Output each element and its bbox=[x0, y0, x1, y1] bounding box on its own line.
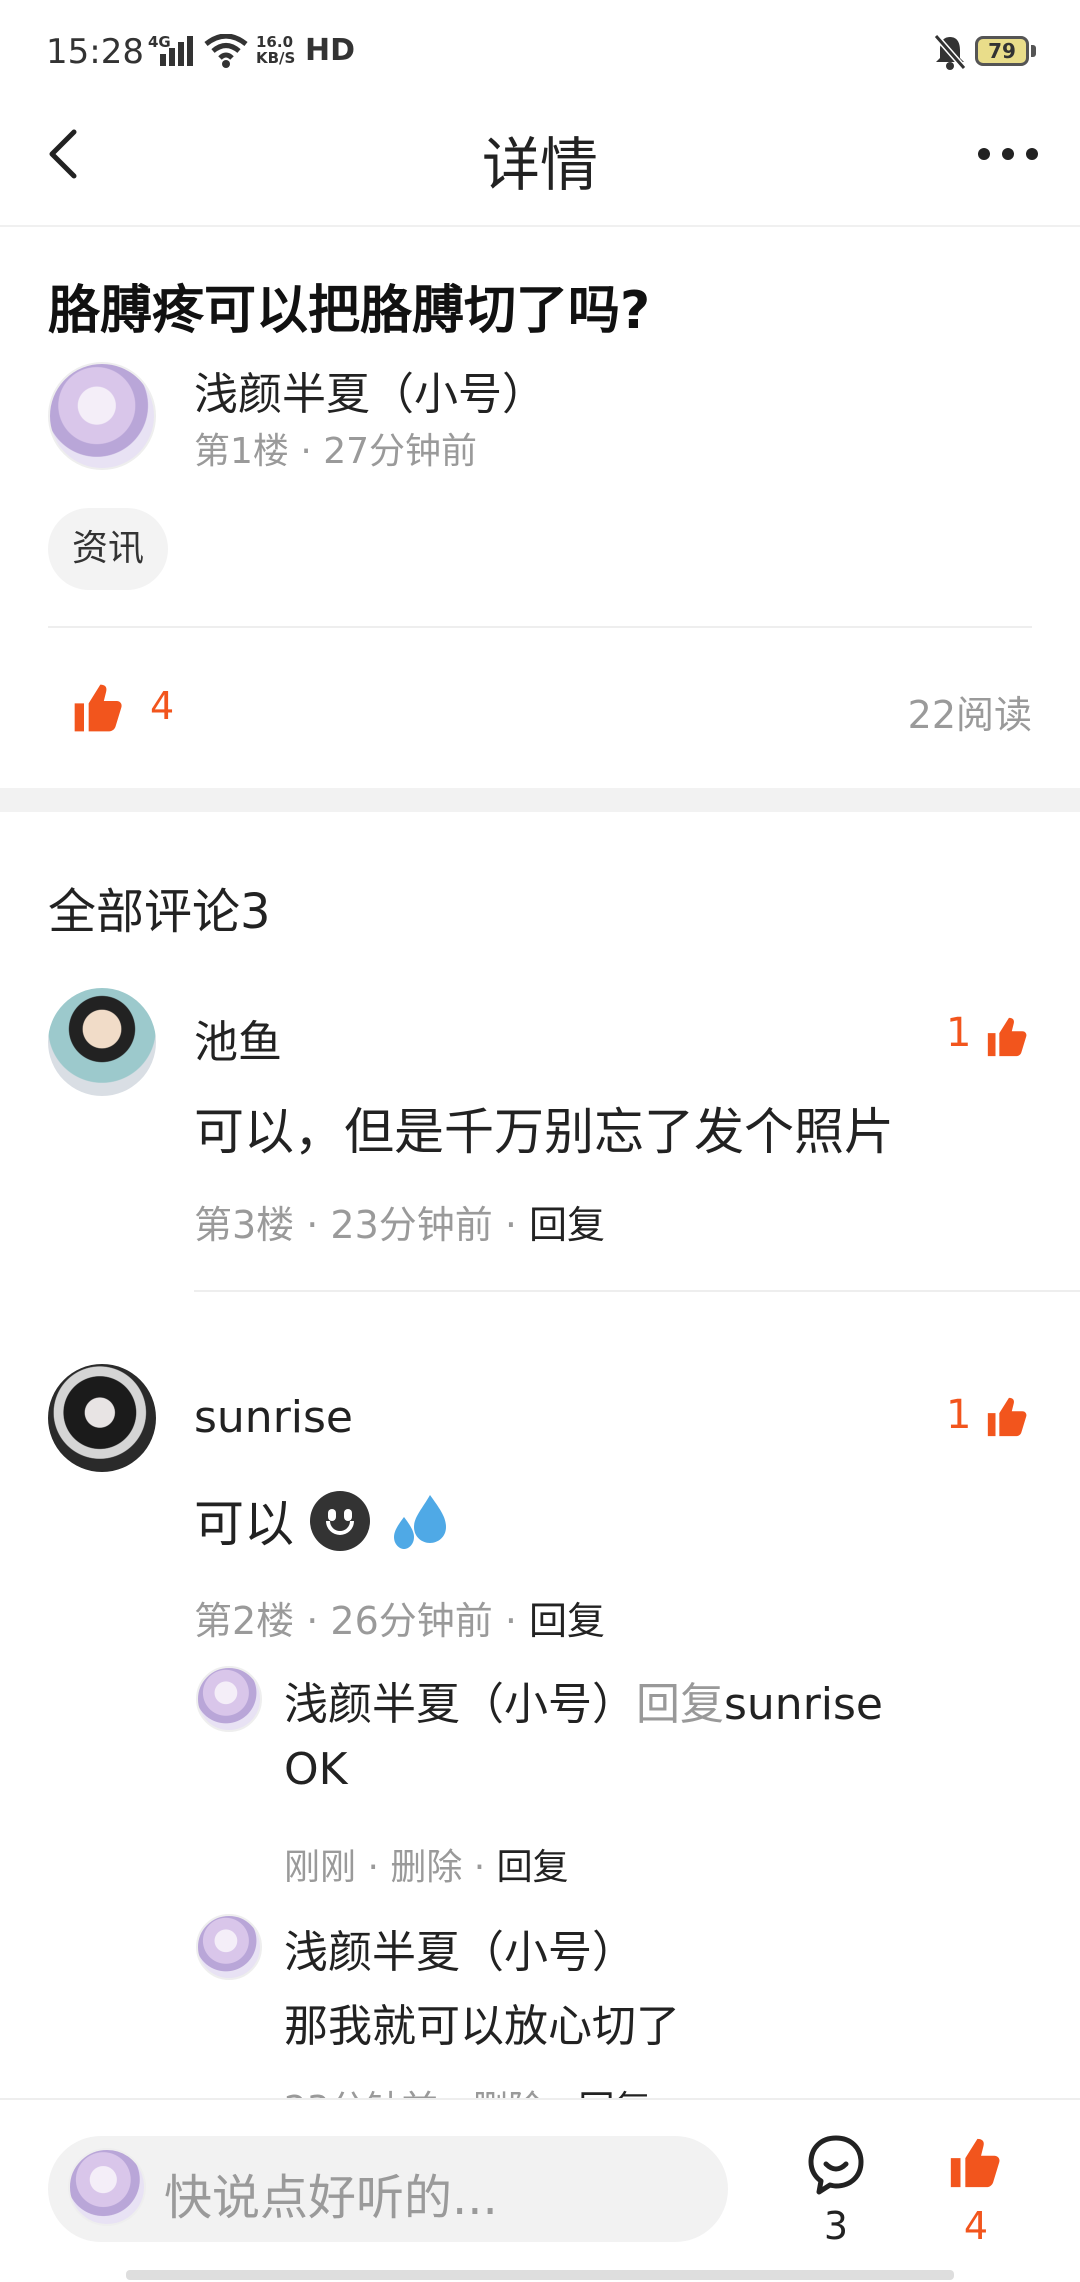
comment-meta-text: 第3楼 · 23分钟前 · bbox=[194, 1203, 530, 1247]
wifi-icon bbox=[204, 34, 248, 68]
comments-header: 全部评论3 bbox=[48, 884, 271, 940]
comment-meta: 第2楼 · 26分钟前 · 回复 bbox=[194, 1590, 605, 1645]
comment-input-placeholder[interactable]: 快说点好听的... bbox=[164, 2158, 498, 2228]
comment-meta: 第3楼 · 23分钟前 · 回复 bbox=[194, 1194, 605, 1249]
smile-emoji-icon bbox=[309, 1491, 370, 1551]
comment-count: 3 bbox=[823, 2204, 849, 2248]
home-indicator bbox=[126, 2270, 954, 2280]
comment-text: 可以 bbox=[194, 1484, 450, 1556]
comment-text: 可以，但是千万别忘了发个照片 bbox=[194, 1103, 894, 1161]
comment-divider bbox=[194, 1290, 1080, 1292]
thumbs-up-icon[interactable] bbox=[984, 1014, 1030, 1060]
thumbs-up-icon[interactable] bbox=[946, 2134, 1004, 2192]
topic-tag[interactable]: 资讯 bbox=[48, 508, 169, 590]
reply-button[interactable]: 回复 bbox=[529, 1599, 605, 1643]
commenter-avatar[interactable] bbox=[48, 988, 156, 1096]
reply-header: 浅颜半夏（小号）回复sunrise bbox=[284, 1668, 883, 1732]
reply-avatar[interactable] bbox=[196, 1914, 262, 1980]
comment-like-count: 1 bbox=[946, 1010, 972, 1056]
comment-like-count: 1 bbox=[946, 1392, 972, 1438]
nav-divider bbox=[0, 225, 1080, 227]
post-read-count: 22阅读 bbox=[907, 693, 1032, 737]
mute-bell-icon bbox=[934, 34, 966, 70]
reply-to-name[interactable]: sunrise bbox=[724, 1679, 883, 1730]
commenter-avatar[interactable] bbox=[48, 1364, 156, 1472]
speed-value: 16.0 bbox=[256, 33, 294, 51]
post-like-count: 4 bbox=[150, 684, 175, 728]
post-author-name[interactable]: 浅颜半夏（小号） bbox=[194, 358, 546, 422]
commenter-name[interactable]: 池鱼 bbox=[194, 1006, 282, 1070]
more-icon[interactable] bbox=[976, 146, 1040, 162]
reply-text: OK bbox=[284, 1744, 348, 1795]
comment-bubble-icon[interactable] bbox=[806, 2134, 866, 2196]
reply-meta: 刚刚 · 删除 · 回复 bbox=[284, 1838, 569, 1890]
battery-tip bbox=[1031, 45, 1036, 57]
speed-unit: KB/S bbox=[256, 49, 296, 67]
battery-icon: 79 bbox=[975, 36, 1029, 66]
thumbs-up-icon[interactable] bbox=[984, 1394, 1030, 1440]
reply-author-name[interactable]: 浅颜半夏（小号） bbox=[284, 1679, 636, 1730]
reply-prefix: 回复 bbox=[636, 1679, 724, 1730]
hd-indicator: HD bbox=[305, 33, 356, 68]
post-meta: 第1楼 · 27分钟前 bbox=[194, 431, 478, 472]
thumbs-up-icon[interactable] bbox=[70, 680, 126, 736]
comment-meta-text: 第2楼 · 26分钟前 · bbox=[194, 1599, 530, 1643]
reply-author-name[interactable]: 浅颜半夏（小号） bbox=[284, 1916, 636, 1980]
comment-text-value: 可以 bbox=[194, 1495, 294, 1553]
sweat-drops-emoji-icon bbox=[393, 1495, 446, 1549]
reply-button[interactable]: 回复 bbox=[529, 1203, 605, 1247]
author-avatar[interactable] bbox=[48, 362, 156, 470]
post-divider bbox=[48, 626, 1032, 628]
reply-avatar[interactable] bbox=[196, 1666, 262, 1732]
reply-button[interactable]: 回复 bbox=[497, 1847, 569, 1888]
like-count: 4 bbox=[963, 2204, 989, 2248]
signal-icon bbox=[160, 36, 193, 66]
page-title: 详情 bbox=[481, 131, 598, 199]
network-speed: 16.0 KB/S bbox=[256, 34, 295, 66]
commenter-name[interactable]: sunrise bbox=[194, 1392, 353, 1443]
reply-meta-text[interactable]: 刚刚 · 删除 · bbox=[284, 1847, 497, 1888]
battery-level: 79 bbox=[988, 39, 1016, 63]
status-time: 15:28 bbox=[46, 32, 144, 72]
section-separator bbox=[0, 788, 1080, 812]
my-avatar bbox=[68, 2148, 146, 2226]
reply-text: 那我就可以放心切了 bbox=[284, 2001, 680, 2052]
post-title: 胳膊疼可以把胳膊切了吗? bbox=[48, 281, 651, 341]
